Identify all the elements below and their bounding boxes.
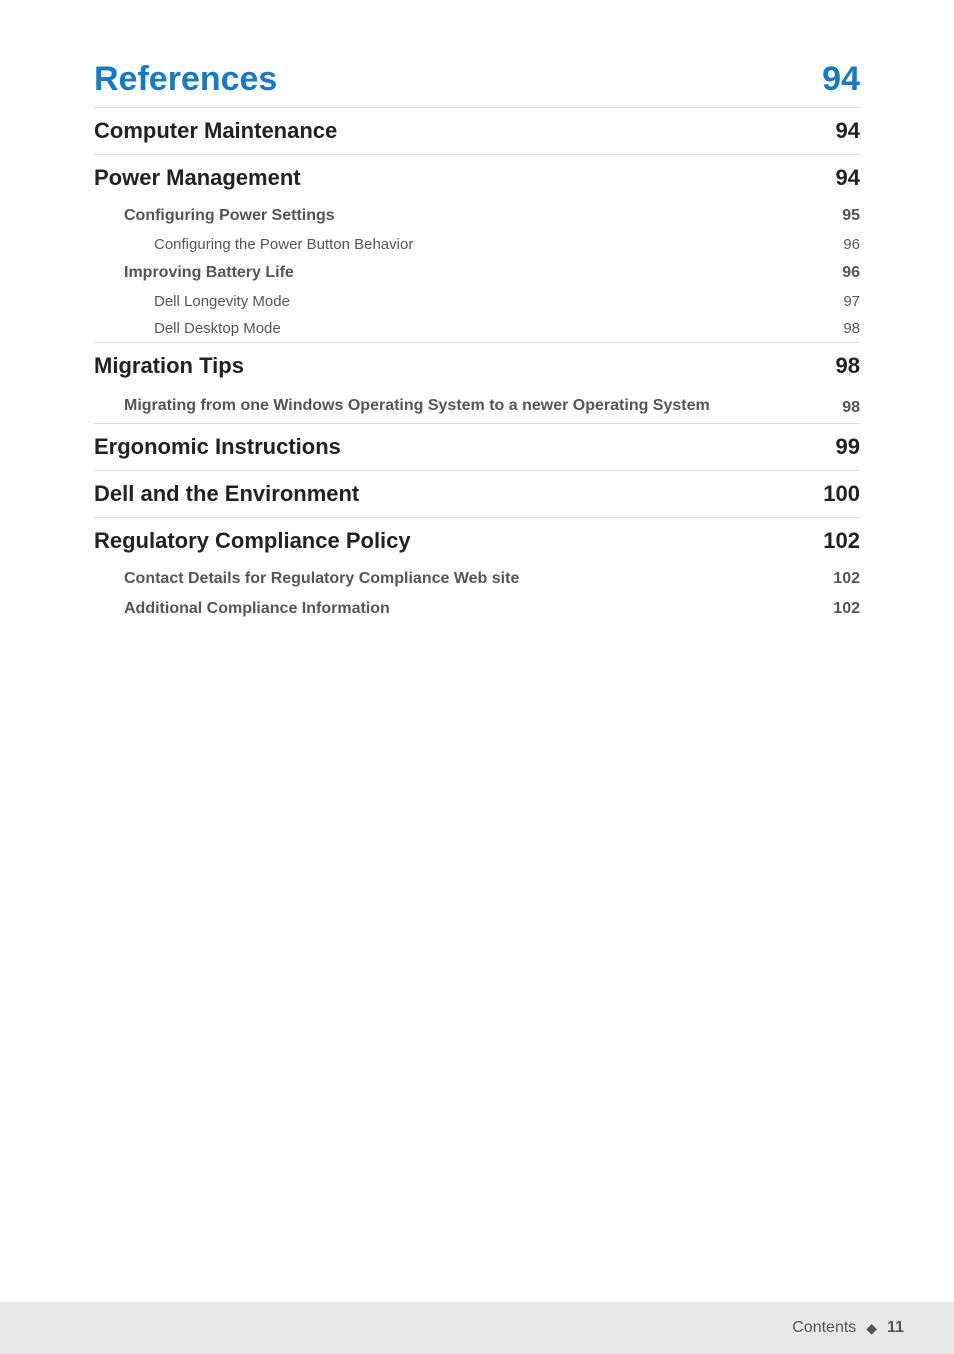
toc-label: Configuring Power Settings (124, 207, 335, 225)
toc-entry-contact-details[interactable]: Contact Details for Regulatory Complianc… (94, 564, 860, 594)
page-content: References 94 Computer Maintenance 94 Po… (0, 0, 954, 744)
toc-label: Power Management (94, 165, 301, 191)
footer-page: 11 (887, 1319, 904, 1337)
toc-label: Ergonomic Instructions (94, 434, 341, 460)
toc-label: Regulatory Compliance Policy (94, 528, 411, 554)
toc-page: 97 (843, 293, 860, 310)
toc-page: 100 (823, 481, 860, 507)
toc-label: Contact Details for Regulatory Complianc… (124, 570, 519, 588)
toc-page: 99 (836, 434, 860, 460)
toc-entry-migration-tips[interactable]: Migration Tips 98 (94, 342, 860, 389)
toc-label: Dell Longevity Mode (154, 293, 290, 310)
toc-page: 94 (836, 118, 860, 144)
footer: Contents ◆ 11 (0, 1302, 954, 1354)
toc-entry-power-button-behavior[interactable]: Configuring the Power Button Behavior 96 (94, 231, 860, 258)
toc-label: Migrating from one Windows Operating Sys… (124, 395, 710, 417)
toc-entry-improving-battery-life[interactable]: Improving Battery Life 96 (94, 258, 860, 288)
section-header: References 94 (94, 60, 860, 99)
toc-entry-dell-longevity-mode[interactable]: Dell Longevity Mode 97 (94, 288, 860, 315)
toc-page: 96 (842, 264, 860, 282)
footer-diamond-icon: ◆ (866, 1320, 877, 1337)
toc-label: Configuring the Power Button Behavior (154, 236, 413, 253)
toc-entry-migrating-windows[interactable]: Migrating from one Windows Operating Sys… (94, 389, 860, 423)
toc-label: Additional Compliance Information (124, 600, 390, 618)
toc-page: 98 (843, 320, 860, 337)
section-title: References (94, 60, 277, 99)
toc-page: 96 (843, 236, 860, 253)
toc-label: Migration Tips (94, 353, 244, 379)
footer-label: Contents (792, 1319, 856, 1337)
toc-page: 102 (833, 600, 860, 618)
toc-entry-regulatory-compliance[interactable]: Regulatory Compliance Policy 102 (94, 517, 860, 564)
toc-entry-computer-maintenance[interactable]: Computer Maintenance 94 (94, 107, 860, 154)
toc-page: 94 (836, 165, 860, 191)
footer-content: Contents ◆ 11 (792, 1319, 904, 1337)
section-title-page: 94 (822, 60, 860, 99)
toc-page: 98 (836, 353, 860, 379)
toc-page: 98 (842, 399, 860, 417)
toc-entry-configuring-power-settings[interactable]: Configuring Power Settings 95 (94, 201, 860, 231)
toc-page: 95 (842, 207, 860, 225)
toc-label: Dell and the Environment (94, 481, 359, 507)
toc-entry-power-management[interactable]: Power Management 94 (94, 154, 860, 201)
toc-page: 102 (833, 570, 860, 588)
toc-label: Computer Maintenance (94, 118, 337, 144)
toc-entry-ergonomic-instructions[interactable]: Ergonomic Instructions 99 (94, 423, 860, 470)
toc-label: Improving Battery Life (124, 264, 294, 282)
toc-page: 102 (823, 528, 860, 554)
toc-entry-dell-environment[interactable]: Dell and the Environment 100 (94, 470, 860, 517)
toc-entry-dell-desktop-mode[interactable]: Dell Desktop Mode 98 (94, 315, 860, 342)
toc-label: Dell Desktop Mode (154, 320, 281, 337)
toc-entry-additional-compliance[interactable]: Additional Compliance Information 102 (94, 594, 860, 624)
